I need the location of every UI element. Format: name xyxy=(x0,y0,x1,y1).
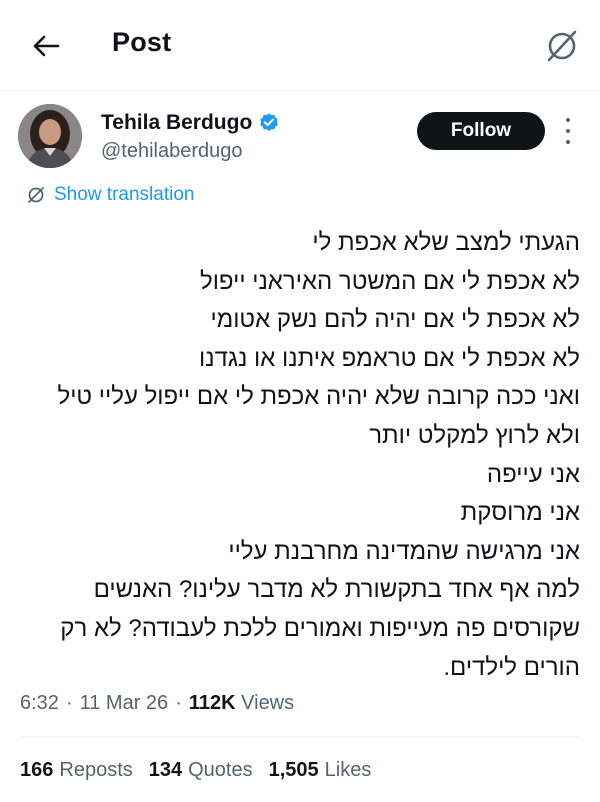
post-line: לא אכפת לי אם יהיה להם נשק אטומי xyxy=(210,306,580,334)
post-line: ולא לרוץ למקלט יותר xyxy=(369,421,580,449)
post-line: הורים לילדים. xyxy=(443,653,580,681)
meta-separator: · xyxy=(175,692,182,714)
post-text: הגעתי למצב שלא אכפת לי לא אכפת לי אם המש… xyxy=(10,224,580,687)
post-line: הגעתי למצב שלא אכפת לי xyxy=(312,229,580,256)
quotes-count: 134 xyxy=(148,759,183,781)
show-translation-label: Show translation xyxy=(54,184,195,205)
reposts-stat[interactable]: 166 Reposts xyxy=(20,759,133,782)
post-line: אני מרוסקת xyxy=(460,499,580,527)
post-time[interactable]: 6:32 xyxy=(20,692,59,715)
header-divider xyxy=(0,90,600,91)
more-dot-icon xyxy=(566,140,570,144)
translate-slash-icon xyxy=(28,187,44,203)
post-line: לא אכפת לי אם טראמפ איתנו או נגדנו xyxy=(199,344,580,372)
likes-count: 1,505 xyxy=(268,759,319,781)
post-line: אני מרגישה שהמדינה מחרבנת עליי xyxy=(228,537,580,565)
engagement-stats: 166 Reposts 134 Quotes 1,505 Likes xyxy=(20,759,371,782)
meta-separator: · xyxy=(65,692,73,714)
author-name[interactable]: Tehila Berdugo xyxy=(101,111,280,135)
post-line: לא אכפת לי אם המשטר האיראני ייפול xyxy=(199,267,580,295)
post-line: ואני ככה קרובה שלא יהיה אכפת לי אם ייפול… xyxy=(57,383,580,411)
translate-button[interactable] xyxy=(536,22,588,70)
views[interactable]: 112K Views xyxy=(189,692,294,715)
post-line: שקורסים פה מעייפות ואמורים ללכת לעבודה? … xyxy=(60,614,580,642)
likes-stat[interactable]: 1,505 Likes xyxy=(269,759,372,782)
translate-slash-icon xyxy=(547,30,577,62)
post-line: אני עייפה xyxy=(486,460,580,488)
back-button[interactable] xyxy=(22,22,70,70)
more-dot-icon xyxy=(566,129,570,133)
show-translation-link[interactable]: Show translation xyxy=(26,184,194,206)
quotes-label: Quotes xyxy=(188,759,253,781)
views-count: 112K xyxy=(188,692,236,714)
more-options-button[interactable] xyxy=(558,118,578,144)
likes-label: Likes xyxy=(324,759,372,781)
top-bar: Post xyxy=(0,0,600,90)
page-title: Post xyxy=(112,27,172,57)
avatar-image xyxy=(18,104,82,168)
follow-button[interactable]: Follow xyxy=(417,112,545,150)
avatar[interactable] xyxy=(18,104,82,168)
quotes-stat[interactable]: 134 Quotes xyxy=(149,759,253,782)
post-line: למה אף אחד בתקשורת לא מדבר עלינו? האנשים xyxy=(93,576,580,604)
reposts-label: Reposts xyxy=(59,759,133,781)
post-date[interactable]: 11 Mar 26 xyxy=(80,692,169,715)
more-dot-icon xyxy=(566,118,570,122)
author-handle[interactable]: @tehilaberdugo xyxy=(101,140,243,163)
arrow-left-icon xyxy=(33,35,60,57)
verified-badge-icon xyxy=(260,113,279,131)
author-name-text: Tehila Berdugo xyxy=(101,111,253,134)
reposts-count: 166 xyxy=(20,759,54,781)
post-meta: 6:32 · 11 Mar 26 · 112K Views xyxy=(20,692,294,715)
stats-divider xyxy=(20,736,580,737)
views-label: Views xyxy=(241,692,295,714)
